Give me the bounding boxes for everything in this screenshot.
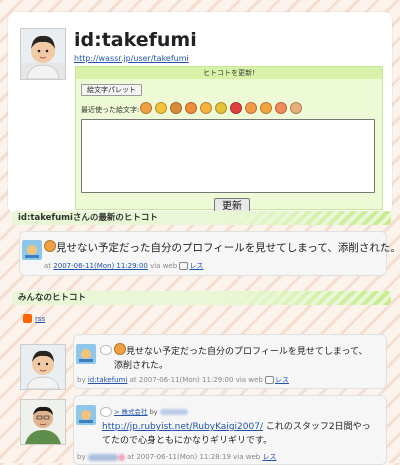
redacted-name: [159, 409, 188, 415]
recent-emoji-label: 最近使った絵文字:: [81, 106, 140, 114]
profile-url-link[interactable]: http://wassr.jp/user/takefumi: [74, 54, 189, 63]
post-reply-link[interactable]: レス: [262, 453, 276, 461]
redacted-mark: [117, 453, 125, 461]
redacted-author[interactable]: [87, 453, 118, 461]
reply-to-info: > 株式会社 by: [114, 406, 188, 416]
post-author-avatar[interactable]: [20, 399, 66, 445]
recent-emoji-list: [140, 102, 302, 114]
reply-icon: [265, 376, 274, 384]
status-post: 見せない予定だった自分のプロフィールを見せてしまって、添削された。 by id:…: [73, 334, 387, 389]
surprised-face-icon[interactable]: [200, 102, 212, 114]
latest-status-meta: at 2007-06-11(Mon) 11:29:00 via web レス: [44, 262, 204, 270]
profile-username: id:takefumi: [74, 29, 197, 51]
house-icon[interactable]: [230, 102, 242, 114]
child-photo-icon: [21, 29, 65, 79]
latest-status-card: 見せない予定だった自分のプロフィールを見せてしまって、添削された。 at 200…: [19, 231, 400, 276]
latest-reply-link[interactable]: レス: [189, 262, 203, 270]
latest-status-text: 見せない予定だった自分のプロフィールを見せてしまって、添削された。: [44, 240, 400, 255]
laugh-face-icon[interactable]: [260, 102, 272, 114]
post-author-avatar[interactable]: [20, 344, 66, 390]
flower-face-icon[interactable]: [275, 102, 287, 114]
profile-avatar[interactable]: [20, 28, 66, 80]
sad-face-icon: [44, 240, 56, 252]
everyone-section-header: みんなのヒトコト: [12, 291, 391, 305]
post-meta: by id:takefumi at 2007-06-11(Mon) 11:29:…: [77, 376, 289, 384]
post-text: http://jp.rubyist.net/RubyKaigi2007/ これの…: [102, 422, 371, 446]
blush-face-icon[interactable]: [245, 102, 257, 114]
reply-bubble-icon[interactable]: [100, 345, 112, 355]
rss-row[interactable]: rss: [23, 314, 45, 323]
profile-card: id:takefumi http://wassr.jp/user/takefum…: [8, 12, 392, 215]
reply-to-link[interactable]: > 株式会社: [114, 408, 148, 416]
post-link[interactable]: http://jp.rubyist.net/RubyKaigi2007/: [102, 422, 263, 432]
angry-face-icon[interactable]: [185, 102, 197, 114]
status-post: > 株式会社 by http://jp.rubyist.net/RubyKaig…: [73, 395, 387, 465]
post-text: 見せない予定だった自分のプロフィールを見せてしまって、添削された。: [114, 343, 376, 373]
post-reply-link[interactable]: レス: [275, 376, 289, 384]
update-form-title: ヒトコトを更新!: [76, 67, 382, 79]
reply-bubble-icon[interactable]: [100, 407, 112, 417]
post-author-link[interactable]: id:takefumi: [88, 376, 128, 384]
wassr-thumb-icon[interactable]: [76, 405, 96, 425]
wassr-thumb-icon[interactable]: [76, 344, 96, 364]
man-photo-icon: [21, 400, 65, 444]
reply-icon: [179, 262, 189, 270]
post-meta: by at 2007-06-11(Mon) 11:28:19 via web レ…: [77, 453, 277, 461]
latest-section-header: id:takefumiさんの最新のヒトコト: [12, 211, 391, 225]
emoji-palette-button[interactable]: 絵文字パレット: [81, 84, 142, 96]
building-icon[interactable]: [170, 102, 182, 114]
sad-face-icon[interactable]: [140, 102, 152, 114]
wassr-thumb-icon[interactable]: [22, 240, 42, 260]
rss-link[interactable]: rss: [35, 315, 45, 323]
rss-icon: [23, 314, 32, 323]
latest-timestamp-link[interactable]: 2007-06-11(Mon) 11:29:00: [53, 262, 148, 270]
smile-face-icon[interactable]: [155, 102, 167, 114]
child-photo-icon: [21, 345, 65, 389]
cake-icon[interactable]: [290, 102, 302, 114]
status-update-form: ヒトコトを更新! 絵文字パレット 最近使った絵文字: 更新: [75, 66, 383, 215]
status-textarea[interactable]: [81, 119, 375, 193]
sad-face-icon: [114, 343, 126, 355]
bottle-icon[interactable]: [215, 102, 227, 114]
